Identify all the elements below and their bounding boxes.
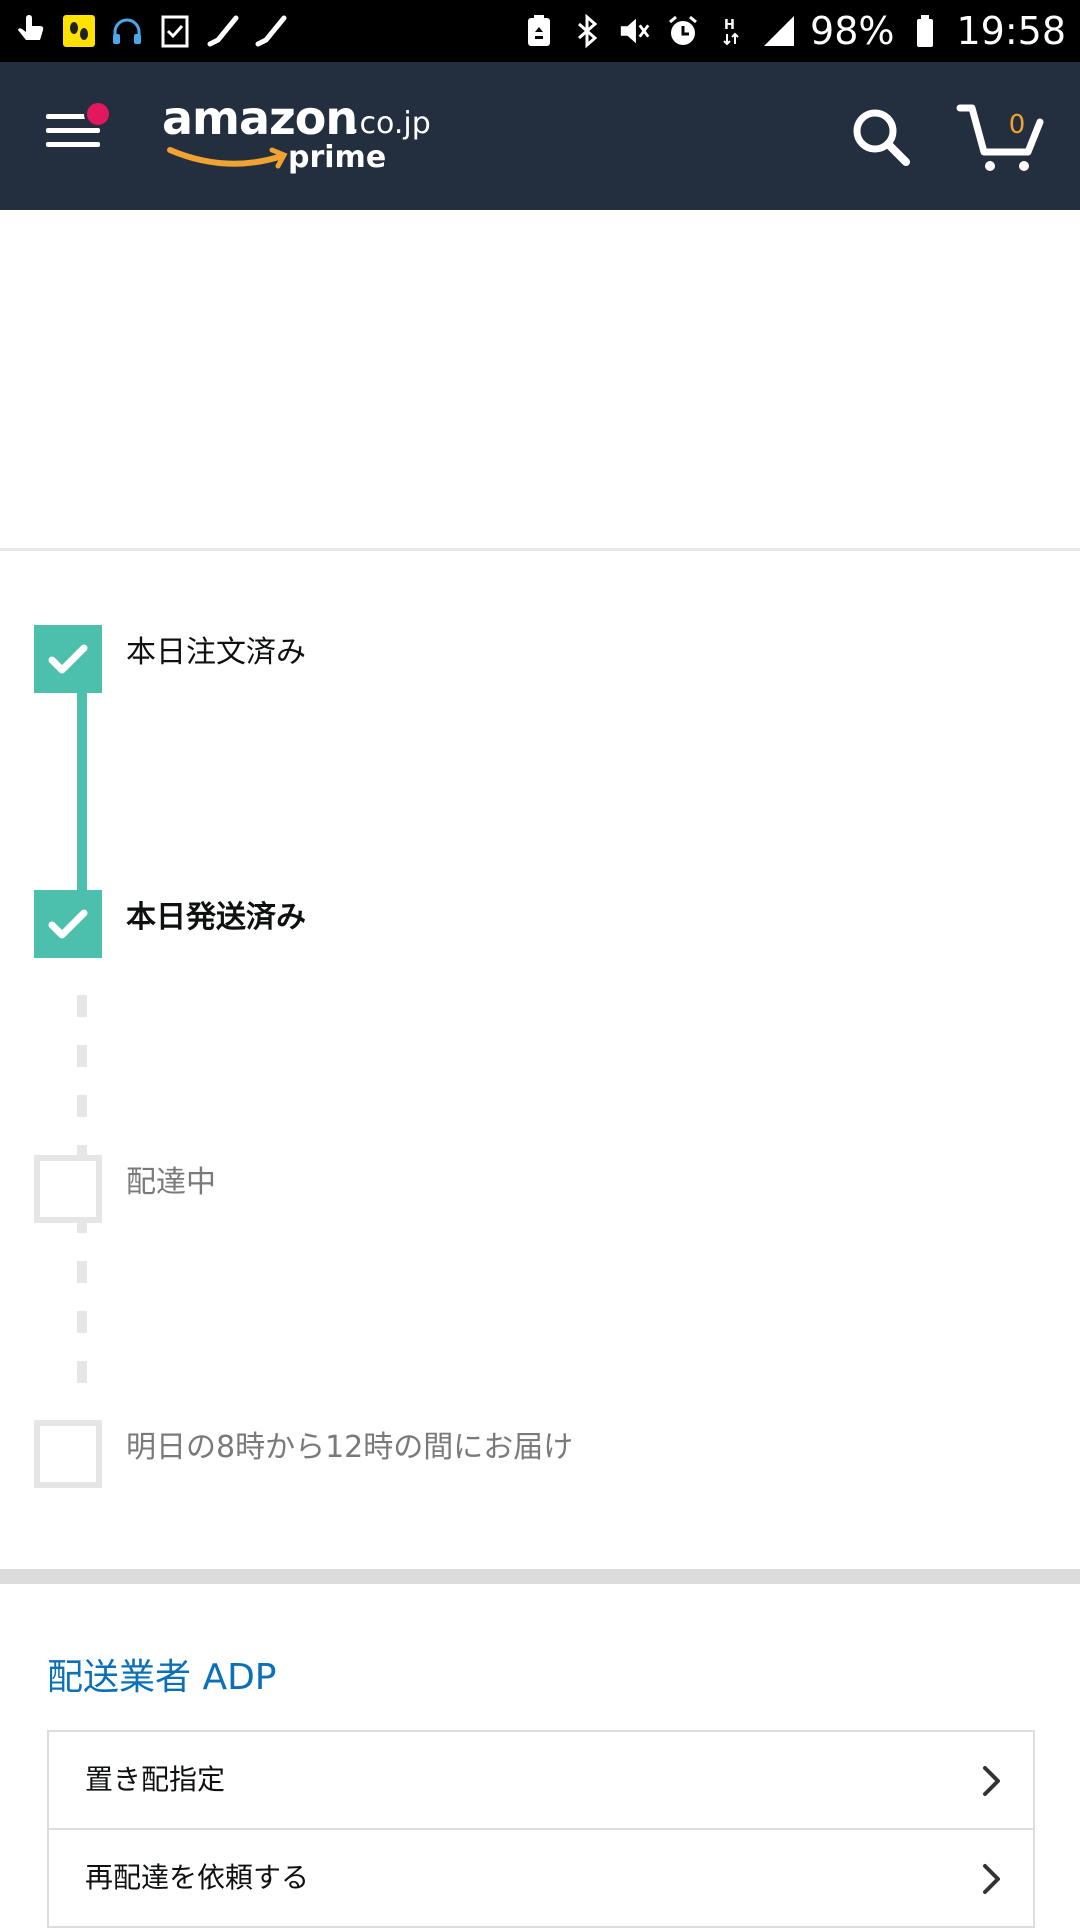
headset-icon <box>110 14 144 48</box>
status-bar-system: H 98% 19:58 <box>522 8 1066 54</box>
step-status-box <box>34 625 102 693</box>
mute-icon <box>618 14 652 48</box>
progress-line-pending <box>77 1045 87 1067</box>
step-status-box <box>34 1420 102 1488</box>
signal-icon <box>762 14 796 48</box>
option-label: 再配達を依頼する <box>85 1861 310 1894</box>
tracking-step-shipped: 本日発送済み <box>34 890 1034 958</box>
menu-icon-bar <box>46 128 100 133</box>
tracking-step-ordered: 本日注文済み <box>34 625 1034 693</box>
notification-dot <box>84 100 112 128</box>
section-divider <box>0 1569 1080 1584</box>
cart-button[interactable]: 0 <box>956 100 1046 174</box>
menu-icon-bar <box>46 142 100 147</box>
logo-wordmark: amazon <box>162 91 358 145</box>
product-image-area <box>0 210 1080 548</box>
step-status-box <box>34 1155 102 1223</box>
battery-saver-icon <box>522 14 556 48</box>
menu-button[interactable] <box>46 100 112 164</box>
status-bar-notifications <box>14 10 288 52</box>
progress-line-pending <box>77 1095 87 1117</box>
option-request-redelivery[interactable]: 再配達を依頼する <box>49 1830 1033 1928</box>
cart-count: 0 <box>1008 110 1026 140</box>
status-bar: H 98% 19:58 <box>0 0 1080 62</box>
missed-call-icon-2 <box>254 14 288 48</box>
progress-line-pending <box>77 1311 87 1333</box>
search-button[interactable] <box>850 106 912 168</box>
checkmark-icon <box>48 909 88 939</box>
checkmark-icon <box>48 644 88 674</box>
option-unattended-delivery[interactable]: 置き配指定 <box>49 1732 1033 1830</box>
touch-icon <box>14 14 48 48</box>
alarm-icon <box>666 14 700 48</box>
logo-prime: prime <box>288 140 387 175</box>
step-counter-icon <box>62 14 96 48</box>
delivery-options-list: 置き配指定 再配達を依頼する <box>47 1730 1035 1928</box>
option-label: 置き配指定 <box>85 1763 226 1796</box>
battery-icon <box>908 14 942 48</box>
step-label: 配達中 <box>126 1165 216 1200</box>
delivery-tracker: 本日注文済み 本日発送済み 配達中 明日の8時から12時の間にお届け <box>0 551 1080 1569</box>
tracking-step-delivery-window: 明日の8時から12時の間にお届け <box>34 1420 1034 1488</box>
progress-line-pending <box>77 1261 87 1283</box>
search-icon <box>853 109 910 166</box>
amazon-prime-logo[interactable]: amazon .co.jp prime <box>160 90 431 200</box>
clock: 19:58 <box>956 9 1066 53</box>
bluetooth-icon <box>570 14 604 48</box>
task-check-icon <box>158 14 192 48</box>
carrier-title: 配送業者 ADP <box>47 1657 277 1698</box>
chevron-right-icon <box>983 1864 1000 1894</box>
amazon-smile-icon <box>167 147 288 169</box>
step-label: 本日注文済み <box>126 635 306 670</box>
hplus-data-icon: H <box>714 14 748 48</box>
cart-icon <box>956 104 1044 171</box>
tracking-step-out-for-delivery: 配達中 <box>34 1155 1034 1223</box>
step-status-box <box>34 890 102 958</box>
step-label: 本日発送済み <box>126 900 306 935</box>
svg-text:H: H <box>724 18 735 33</box>
app-header: amazon .co.jp prime 0 <box>0 62 1080 210</box>
progress-line-pending <box>77 995 87 1017</box>
step-label: 明日の8時から12時の間にお届け <box>126 1430 574 1465</box>
battery-percent: 98% <box>810 9 895 53</box>
progress-line-pending <box>77 1361 87 1383</box>
missed-call-icon <box>206 14 240 48</box>
chevron-right-icon <box>983 1766 1000 1796</box>
logo-domain: .co.jp <box>350 106 431 141</box>
